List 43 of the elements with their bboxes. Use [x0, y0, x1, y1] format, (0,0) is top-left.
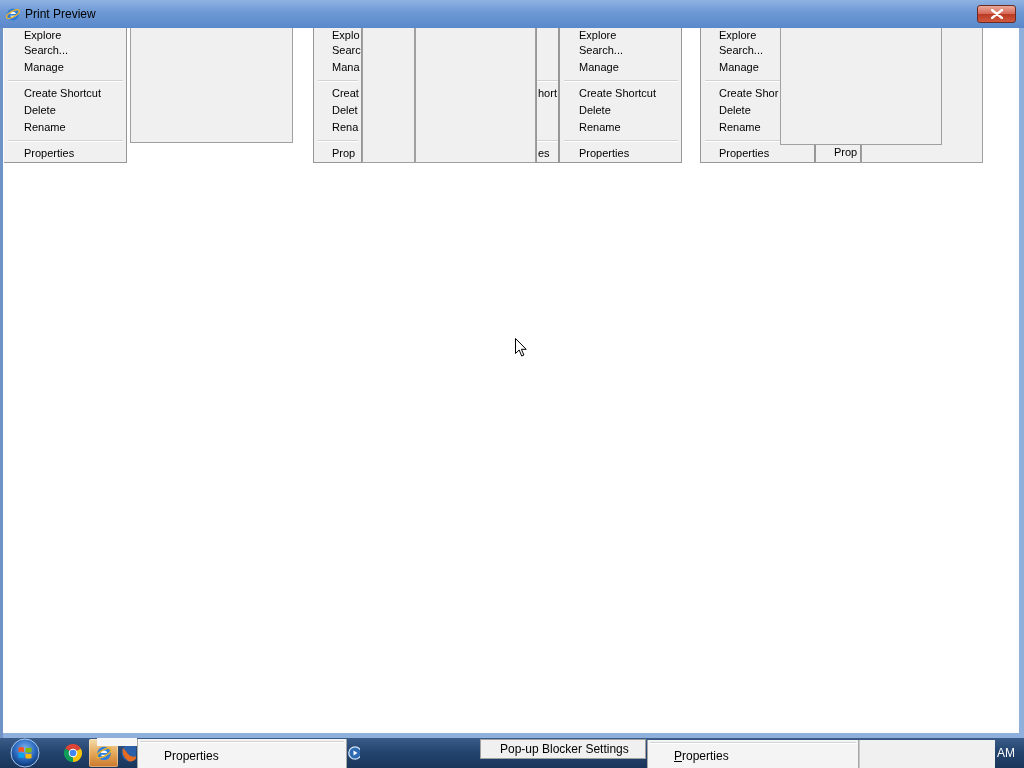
- orbit-logo-icon: [94, 744, 113, 762]
- menu-item[interactable]: Prop: [834, 145, 858, 159]
- menu-item[interactable]: Manage: [24, 61, 64, 74]
- menu-item[interactable]: Manage: [719, 61, 759, 74]
- menu-item[interactable]: Properties: [674, 749, 729, 763]
- menu-item[interactable]: Rename: [719, 121, 761, 134]
- menu-item[interactable]: es: [538, 147, 550, 160]
- menu-item[interactable]: Creat: [332, 87, 359, 100]
- menu-item[interactable]: Properties: [579, 147, 630, 160]
- menu-item[interactable]: Rename: [579, 121, 621, 134]
- menu-item[interactable]: Manage: [579, 61, 619, 74]
- menu-item[interactable]: hort: [538, 87, 557, 100]
- orbit-logo-icon: [5, 6, 21, 22]
- menu-item[interactable]: Search...: [719, 44, 764, 57]
- menu-item[interactable]: Rena: [332, 121, 359, 134]
- menu-item[interactable]: Delete: [24, 104, 56, 117]
- menu-item[interactable]: Prop: [332, 147, 356, 160]
- menu-item[interactable]: Search...: [24, 44, 69, 57]
- menu-item[interactable]: Delete: [579, 104, 611, 117]
- menu-item[interactable]: Delet: [332, 104, 358, 117]
- clock-text: AM: [997, 746, 1015, 760]
- menu-item[interactable]: Properties: [24, 147, 75, 160]
- menu-item[interactable]: Create Shor: [719, 87, 779, 100]
- menu-item[interactable]: Properties: [719, 147, 770, 160]
- menu-item[interactable]: Delete: [719, 104, 751, 117]
- close-button[interactable]: [977, 5, 1016, 23]
- segmented-circle-icon: [63, 744, 82, 762]
- menu-item[interactable]: Create Shortcut: [579, 87, 657, 100]
- window-title: Print Preview: [25, 7, 96, 21]
- menu-item[interactable]: Explore: [579, 28, 617, 42]
- menu-item[interactable]: Searc: [332, 44, 361, 57]
- menu-item[interactable]: Mana: [332, 61, 360, 74]
- menu-item[interactable]: Search...: [579, 44, 624, 57]
- menu-item[interactable]: Create Shortcut: [24, 87, 102, 100]
- menu-item[interactable]: Pop-up Blocker Settings: [480, 739, 646, 759]
- menu-item[interactable]: Explore: [24, 28, 62, 42]
- menu-item[interactable]: Explore: [719, 28, 757, 42]
- menu-item[interactable]: Explo: [332, 28, 360, 42]
- close-icon: [990, 9, 1003, 19]
- menu-item[interactable]: Properties: [164, 748, 219, 763]
- menu-item[interactable]: Rename: [24, 121, 66, 134]
- start-orb-icon[interactable]: [10, 738, 40, 768]
- mouse-pointer-icon: [515, 338, 527, 357]
